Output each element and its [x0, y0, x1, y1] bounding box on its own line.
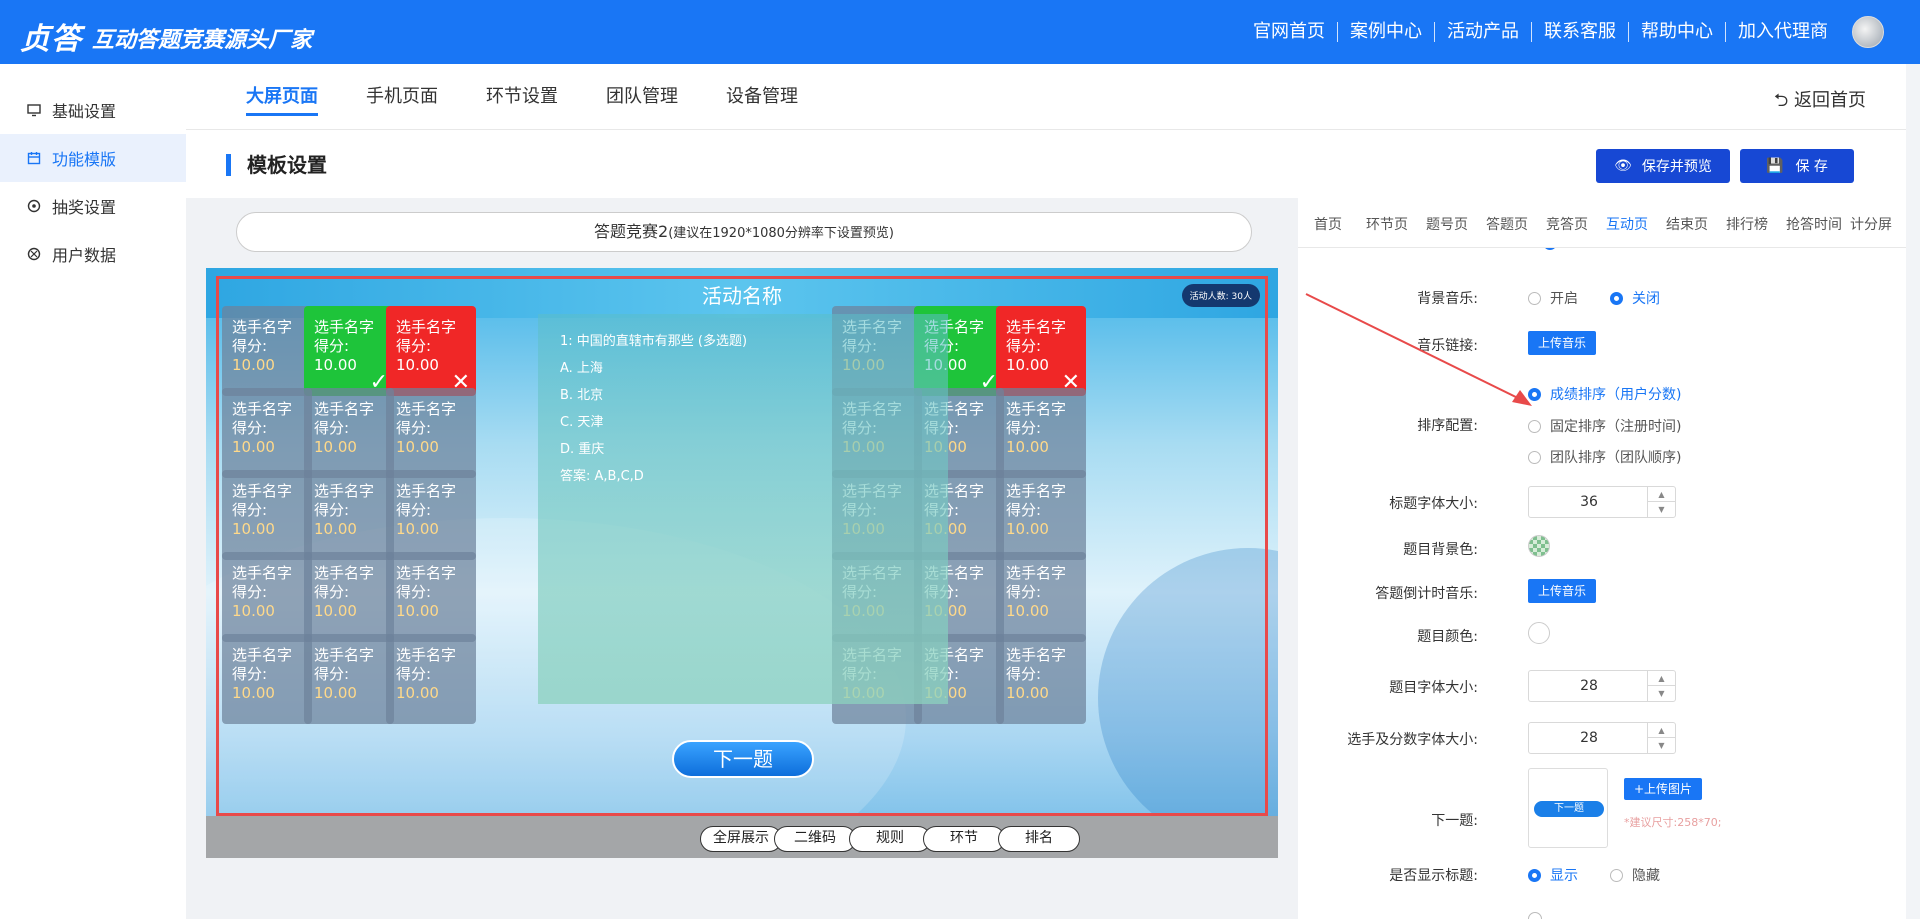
tab-devices[interactable]: 设备管理	[726, 82, 798, 108]
sort-team-radio[interactable]: 团队排序（团队顺序)	[1528, 447, 1681, 467]
rtab-stage[interactable]: 环节页	[1366, 214, 1408, 234]
sidebar: 基础设置 功能模版 抽奖设置 用户数据	[0, 64, 186, 919]
player-font-label: 选手及分数字体大小:	[1347, 732, 1478, 748]
tab-teams[interactable]: 团队管理	[606, 82, 678, 108]
spinner[interactable]: ▲ ▼	[1647, 671, 1675, 701]
save-icon: 💾	[1766, 158, 1784, 174]
next-thumb-button: 下一题	[1533, 800, 1605, 818]
radio-dot[interactable]	[1528, 912, 1542, 919]
q-bg-color-swatch[interactable]	[1528, 535, 1550, 557]
sidebar-item-lottery[interactable]: 抽奖设置	[0, 182, 186, 230]
spinner[interactable]: ▲ ▼	[1647, 723, 1675, 753]
upload-image-button[interactable]: +上传图片	[1624, 778, 1703, 800]
bg-music-off-radio[interactable]: 关闭	[1610, 288, 1660, 308]
hide-title-radio[interactable]: 隐藏	[1610, 865, 1660, 885]
qrcode-button[interactable]: 二维码	[774, 826, 856, 852]
fullscreen-button[interactable]: 全屏展示	[700, 826, 782, 852]
radio-dot	[1528, 450, 1541, 464]
rtab-end[interactable]: 结束页	[1666, 214, 1708, 234]
sidebar-item-templates[interactable]: 功能模版	[0, 134, 186, 182]
brand-slogan: 互动答题竞赛源头厂家	[92, 28, 313, 53]
calendar-icon	[26, 150, 42, 166]
topnav-home[interactable]: 官网首页	[1241, 22, 1338, 42]
sort-fixed-radio[interactable]: 固定排序（注册时间)	[1528, 416, 1681, 436]
topnav-help[interactable]: 帮助中心	[1629, 22, 1726, 42]
rules-button[interactable]: 规则	[849, 826, 931, 852]
top-nav: 官网首页 案例中心 活动产品 联系客服 帮助中心 加入代理商	[1241, 22, 1840, 42]
annotation-arrow	[1305, 293, 1532, 406]
tab-mobile[interactable]: 手机页面	[366, 82, 438, 108]
next-label: 下一题:	[1431, 813, 1478, 829]
stage-button[interactable]: 环节	[923, 826, 1005, 852]
preview-area: 答题竞赛2(建议在1920*1080分辨率下设置预览) 活动名称 活动人数: 3…	[186, 198, 1298, 919]
rtab-ranking[interactable]: 排行榜	[1726, 214, 1768, 234]
scrolled-radio	[1543, 248, 1557, 250]
preview-title-bar: 答题竞赛2(建议在1920*1080分辨率下设置预览)	[236, 212, 1252, 252]
player-font-input[interactable]: 28 ▲ ▼	[1528, 722, 1676, 754]
sidebar-item-label: 功能模版	[52, 150, 117, 169]
rtab-interact[interactable]: 互动页	[1602, 214, 1652, 251]
countdown-music-label: 答题倒计时音乐:	[1375, 586, 1478, 602]
topnav-support[interactable]: 联系客服	[1532, 22, 1629, 42]
size-hint: *建议尺寸:258*70;	[1624, 816, 1722, 829]
title-font-label: 标题字体大小:	[1389, 496, 1478, 512]
topnav-cases[interactable]: 案例中心	[1338, 22, 1435, 42]
tab-stages[interactable]: 环节设置	[486, 82, 558, 108]
page-tabs: 大屏页面 手机页面 环节设置 团队管理 设备管理 ⮌ 返回首页	[186, 64, 1906, 130]
back-home-link[interactable]: ⮌ 返回首页	[1774, 86, 1866, 118]
avatar[interactable]	[1852, 16, 1884, 48]
q-color-swatch[interactable]	[1528, 622, 1550, 644]
topnav-agent[interactable]: 加入代理商	[1726, 22, 1840, 42]
right-tabs: 首页 环节页 题号页 答题页 竞答页 互动页 结束页 排行榜 抢答时间 计分屏	[1298, 198, 1906, 251]
show-title-label: 是否显示标题:	[1389, 868, 1478, 884]
gear-icon	[26, 198, 42, 214]
tab-bigscreen[interactable]: 大屏页面	[246, 82, 318, 116]
monitor-icon	[26, 102, 42, 118]
rtab-scoreboard[interactable]: 计分屏	[1850, 214, 1892, 234]
radio-dot	[1528, 868, 1541, 882]
rtab-qnum[interactable]: 题号页	[1426, 214, 1468, 234]
upload-countdown-music-button[interactable]: 上传音乐	[1528, 579, 1597, 603]
save-preview-button[interactable]: 👁 保存并预览	[1596, 149, 1730, 183]
rtab-buzzer-time[interactable]: 抢答时间	[1786, 214, 1842, 234]
preview-screen: 活动名称 活动人数: 30人 选手名字 得分: 10.00 选手名字 得分: 10.00 ✓…	[206, 268, 1278, 858]
radio-dot	[1610, 868, 1623, 882]
show-title-radio[interactable]: 显示	[1528, 865, 1578, 885]
sidebar-item-label: 基础设置	[52, 102, 117, 121]
aperture-icon	[26, 246, 42, 262]
rtab-answer[interactable]: 答题页	[1486, 214, 1528, 234]
save-button[interactable]: 💾 保 存	[1740, 149, 1854, 183]
sort-score-radio[interactable]: 成绩排序（用户分数)	[1528, 384, 1681, 404]
brand-logo[interactable]: 贞答	[20, 14, 82, 58]
eye-icon: 👁	[1614, 158, 1632, 174]
sidebar-item-basic[interactable]: 基础设置	[0, 86, 186, 134]
sidebar-item-userdata[interactable]: 用户数据	[0, 230, 186, 278]
q-bg-color-label: 题目背景色:	[1403, 542, 1478, 558]
preview-bottom-bar: 全屏展示 二维码 规则 环节 排名	[206, 816, 1278, 858]
section-title: 模板设置	[226, 154, 327, 176]
q-color-label: 题目颜色:	[1417, 629, 1478, 645]
ranking-button[interactable]: 排名	[998, 826, 1080, 852]
spinner[interactable]: ▲ ▼	[1647, 487, 1675, 517]
rtab-home[interactable]: 首页	[1314, 214, 1342, 234]
top-bar: 贞答 互动答题竞赛源头厂家 官网首页 案例中心 活动产品 联系客服 帮助中心 加…	[0, 0, 1920, 64]
title-font-input[interactable]: 36 ▲ ▼	[1528, 486, 1676, 518]
undo-icon: ⮌	[1773, 90, 1794, 111]
radio-dot	[1610, 291, 1623, 305]
sidebar-item-label: 用户数据	[52, 246, 117, 265]
next-image-thumb[interactable]: 下一题	[1528, 768, 1608, 848]
rtab-compete[interactable]: 竞答页	[1546, 214, 1588, 234]
radio-dot	[1528, 419, 1541, 433]
q-font-label: 题目字体大小:	[1389, 680, 1478, 696]
q-font-input[interactable]: 28 ▲ ▼	[1528, 670, 1676, 702]
highlight-frame	[216, 276, 1268, 816]
topnav-products[interactable]: 活动产品	[1435, 22, 1532, 42]
sidebar-item-label: 抽奖设置	[52, 198, 117, 217]
main-content: 模板设置 👁 保存并预览 💾 保 存 答题竞赛2(建议在1920*1080分辨率下设…	[186, 130, 1906, 919]
